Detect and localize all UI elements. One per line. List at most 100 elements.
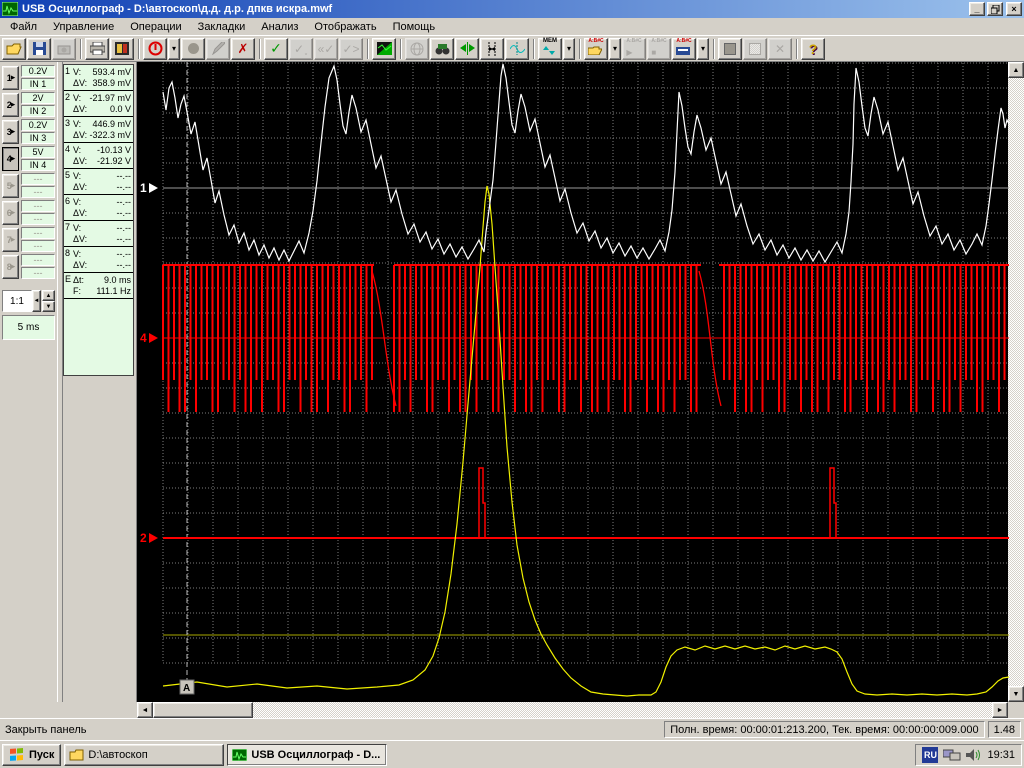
abc-display-dropdown[interactable]: ▾	[697, 38, 709, 60]
channel-6-range[interactable]: ---	[21, 200, 55, 212]
help-button[interactable]: ?	[801, 38, 825, 60]
network-icon[interactable]	[943, 748, 961, 762]
channel-3-input[interactable]: IN 3	[21, 132, 55, 144]
print-button[interactable]	[85, 38, 109, 60]
ch1-delta: 358.9 mV	[92, 78, 131, 88]
mem-dropdown[interactable]: ▾	[563, 38, 575, 60]
channel-8-range[interactable]: ---	[21, 254, 55, 266]
menu-analysis[interactable]: Анализ	[253, 19, 306, 35]
menu-control[interactable]: Управление	[45, 19, 122, 35]
scroll-up-button[interactable]: ▲	[1008, 62, 1024, 78]
edit-button[interactable]	[206, 38, 230, 60]
channel-1-button[interactable]: 1▸	[2, 66, 19, 90]
channel-5-input[interactable]: ---	[21, 186, 55, 198]
mem-button[interactable]: MEM	[538, 38, 562, 60]
scope-app-icon	[232, 749, 247, 761]
language-indicator[interactable]: RU	[922, 747, 938, 763]
channel-7-input[interactable]: ---	[21, 240, 55, 252]
channel-4-input[interactable]: IN 4	[21, 159, 55, 171]
zoom-globe-button[interactable]	[405, 38, 429, 60]
channel-4-range[interactable]: 5V	[21, 146, 55, 158]
toolbar-separator	[796, 39, 798, 59]
minimize-button[interactable]: _	[969, 2, 985, 16]
zoom-left-button[interactable]: ◄	[32, 290, 41, 312]
restore-button[interactable]	[987, 2, 1003, 16]
abc-display-button[interactable]: A:B#C	[672, 38, 696, 60]
channel-6-input[interactable]: ---	[21, 213, 55, 225]
app-icon	[2, 2, 18, 16]
channel-5-button[interactable]: 5▸	[2, 174, 19, 198]
abc-folder-icon	[588, 46, 602, 55]
check-prev-button[interactable]: ✓˯	[289, 38, 313, 60]
open-file-button[interactable]	[2, 38, 26, 60]
zoom-up-button[interactable]: ▲	[42, 290, 55, 301]
abc-open-button[interactable]: A:B#C	[584, 38, 608, 60]
hscroll-track[interactable]	[253, 702, 992, 718]
menu-help[interactable]: Помощь	[385, 19, 444, 35]
close-button[interactable]: ×	[1006, 2, 1022, 16]
zoom-down-button[interactable]: ▼	[42, 301, 55, 312]
channel-arrow-icon: ▸	[11, 207, 15, 218]
oscilloscope-display[interactable]: 142A	[136, 62, 1008, 702]
search-button[interactable]	[430, 38, 454, 60]
channel-1-input[interactable]: IN 1	[21, 78, 55, 90]
hscroll-thumb[interactable]	[153, 702, 253, 718]
check-next-icon: ✓˃	[342, 42, 359, 56]
hscroll-row: ◄ ►	[0, 702, 1024, 718]
svg-text:A: A	[183, 683, 190, 694]
speaker-icon[interactable]	[966, 748, 982, 762]
wave-cursors-button[interactable]	[505, 38, 529, 60]
channel-4-button[interactable]: 4▸	[2, 147, 19, 171]
vertical-cursors-button[interactable]	[480, 38, 504, 60]
task-folder[interactable]: D:\автоскоп	[64, 744, 224, 766]
channel-arrow-icon: ▸	[11, 234, 15, 245]
vscroll-track[interactable]	[1008, 78, 1024, 686]
zoom-value[interactable]: 1:1	[2, 290, 32, 312]
pattern-button[interactable]	[743, 38, 767, 60]
channel-6-button[interactable]: 6▸	[2, 201, 19, 225]
stop-device-button[interactable]	[143, 38, 167, 60]
task-oscilloscope[interactable]: USB Осциллограф - D...	[227, 744, 387, 766]
channel-2-input[interactable]: IN 2	[21, 105, 55, 117]
start-button[interactable]: Пуск	[2, 744, 61, 766]
scroll-down-button[interactable]: ▼	[1008, 686, 1024, 702]
display-invert-button[interactable]	[372, 38, 396, 60]
channel-2-button[interactable]: 2▸	[2, 93, 19, 117]
vertical-scrollbar[interactable]: ▲ ▼	[1008, 62, 1024, 702]
abc-stop-button[interactable]: A:B#C ■	[647, 38, 671, 60]
apply-check-button[interactable]: ✓	[264, 38, 288, 60]
green-markers-button[interactable]	[455, 38, 479, 60]
channel-row-2: 2▸ 2V IN 2	[2, 91, 57, 118]
channel-2-range[interactable]: 2V	[21, 92, 55, 104]
panel-colors-button[interactable]	[110, 38, 134, 60]
channel-3-button[interactable]: 3▸	[2, 120, 19, 144]
menu-display[interactable]: Отображать	[306, 19, 384, 35]
channel-buttons-column: 1▸ 0.2V IN 1 2▸ 2V IN 2 3▸ 0.2V IN 3 4▸ …	[0, 62, 57, 702]
square-button[interactable]	[718, 38, 742, 60]
channel-7-button[interactable]: 7▸	[2, 228, 19, 252]
channel-7-range[interactable]: ---	[21, 227, 55, 239]
menu-file[interactable]: Файл	[2, 19, 45, 35]
abc-play-button[interactable]: A:B#C ▶	[622, 38, 646, 60]
scroll-right-button[interactable]: ►	[992, 702, 1008, 718]
channel-5-range[interactable]: ---	[21, 173, 55, 185]
export-button[interactable]	[52, 38, 76, 60]
hscroll-left-pad	[0, 702, 137, 718]
channel-1-range[interactable]: 0.2V	[21, 65, 55, 77]
timebase-value[interactable]: 5 ms	[2, 315, 55, 340]
stop-device-dropdown[interactable]: ▾	[168, 38, 180, 60]
channel-8-input[interactable]: ---	[21, 267, 55, 279]
channel-row-6: 6▸ --- ---	[2, 199, 57, 226]
record-button[interactable]	[181, 38, 205, 60]
check-all-button[interactable]: «✓	[314, 38, 338, 60]
channel-3-range[interactable]: 0.2V	[21, 119, 55, 131]
menu-bookmarks[interactable]: Закладки	[190, 19, 254, 35]
check-next-button[interactable]: ✓˃	[339, 38, 363, 60]
scroll-left-button[interactable]: ◄	[137, 702, 153, 718]
channel-8-button[interactable]: 8▸	[2, 255, 19, 279]
menu-operations[interactable]: Операции	[122, 19, 189, 35]
close-x-button[interactable]: ✕	[768, 38, 792, 60]
delete-button[interactable]: ✗	[231, 38, 255, 60]
save-button[interactable]	[27, 38, 51, 60]
abc-open-dropdown[interactable]: ▾	[609, 38, 621, 60]
